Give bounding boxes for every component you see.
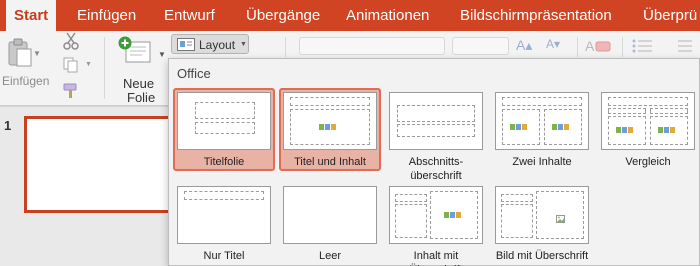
clear-formatting-icon[interactable]: A (585, 37, 613, 60)
layout-label: Vergleich (625, 156, 671, 168)
ribbon-separator (622, 37, 623, 57)
layout-inhalt-mit-ueberschrift[interactable]: Inhalt mit Überschrift (385, 182, 487, 266)
content-placeholder-icon (510, 122, 532, 132)
picture-placeholder-icon (556, 210, 565, 228)
layout-vergleich[interactable]: Vergleich (597, 88, 699, 171)
layout-leer[interactable]: Leer (279, 182, 381, 265)
paste-dropdown-icon[interactable]: ▼ (33, 49, 41, 58)
layout-titelfolie[interactable]: Titelfolie (173, 88, 275, 171)
layout-label: Inhalt mit Überschrift (409, 250, 462, 266)
layout-thumbnail (389, 92, 483, 150)
layout-zwei-inhalte[interactable]: Zwei Inhalte (491, 88, 593, 171)
copy-icon[interactable] (63, 57, 79, 78)
layout-titel-und-inhalt[interactable]: Titel und Inhalt (279, 88, 381, 171)
cut-icon[interactable] (62, 32, 80, 55)
tab-uebergaenge[interactable]: Übergänge (246, 0, 320, 31)
layout-button[interactable]: Layout ▼ (171, 34, 249, 54)
layout-label: Nur Titel (203, 250, 245, 262)
layout-thumbnail (389, 186, 483, 244)
layout-label: Leer (318, 250, 342, 262)
layout-thumbnail (601, 92, 695, 150)
slide-thumbnail[interactable] (24, 116, 174, 213)
content-placeholder-icon (319, 122, 341, 132)
tab-entwurf[interactable]: Entwurf (164, 0, 215, 31)
tab-animationen[interactable]: Animationen (346, 0, 429, 31)
svg-text:A: A (585, 38, 595, 54)
layout-nur-titel[interactable]: Nur Titel (173, 182, 275, 265)
copy-dropdown-icon[interactable]: ▼ (85, 61, 92, 68)
layout-label: Zwei Inhalte (512, 156, 572, 168)
layout-button-label: Layout (199, 38, 236, 52)
layout-thumbnail (283, 186, 377, 244)
content-placeholder-icon (444, 210, 466, 220)
tab-start[interactable]: Start (6, 0, 57, 31)
layout-icon (177, 38, 195, 56)
new-slide-label-line2: Folie (127, 90, 156, 105)
layout-abschnittsueberschrift[interactable]: Abschnitts- überschrift (385, 88, 487, 185)
new-slide-icon[interactable] (117, 36, 151, 71)
tab-bildschirmpraesentation[interactable]: Bildschirmpräsentation (460, 0, 612, 31)
new-slide-dropdown-icon[interactable]: ▼ (158, 50, 166, 59)
layout-label: Titel und Inhalt (294, 156, 366, 168)
ribbon-separator (577, 37, 578, 57)
layout-thumbnail (177, 186, 271, 244)
font-size-box[interactable] (452, 37, 509, 55)
increase-font-icon[interactable]: A▴ (516, 37, 532, 54)
format-painter-icon[interactable] (62, 82, 80, 105)
numbering-icon[interactable] (672, 38, 694, 59)
decrease-font-icon[interactable]: A▾ (546, 37, 560, 51)
paste-icon[interactable] (6, 38, 34, 73)
bullets-icon[interactable] (632, 38, 654, 59)
layout-thumbnail (283, 92, 377, 150)
paste-label: Einfügen (2, 74, 50, 88)
layout-thumbnail (495, 186, 589, 244)
new-slide-label-line1: Neue (123, 76, 155, 91)
tab-einfuegen[interactable]: Einfügen (77, 0, 136, 31)
layout-bild-mit-ueberschrift[interactable]: Bild mit Überschrift (491, 182, 593, 265)
layout-gallery: Office Titelfolie Titel und Inhalt Absch… (168, 58, 700, 266)
layout-thumbnail (495, 92, 589, 150)
layout-label: Titelfolie (203, 156, 245, 168)
layout-thumbnail (177, 92, 271, 150)
layout-label: Bild mit Überschrift (495, 250, 589, 262)
content-placeholder-icon (658, 125, 680, 135)
font-name-box[interactable] (299, 37, 445, 55)
content-placeholder-icon (552, 122, 574, 132)
gallery-group-title: Office (177, 66, 211, 81)
ribbon-separator (104, 37, 105, 99)
ribbon-separator (285, 37, 286, 57)
tab-ueberpruefen[interactable]: Überprü (643, 0, 697, 31)
slide-number: 1 (4, 118, 12, 133)
layout-dropdown-icon: ▼ (240, 41, 247, 48)
layout-label: Abschnitts- überschrift (408, 156, 464, 182)
content-placeholder-icon (616, 125, 638, 135)
ribbon-tab-bar: Start Einfügen Entwurf Übergänge Animati… (0, 0, 700, 31)
